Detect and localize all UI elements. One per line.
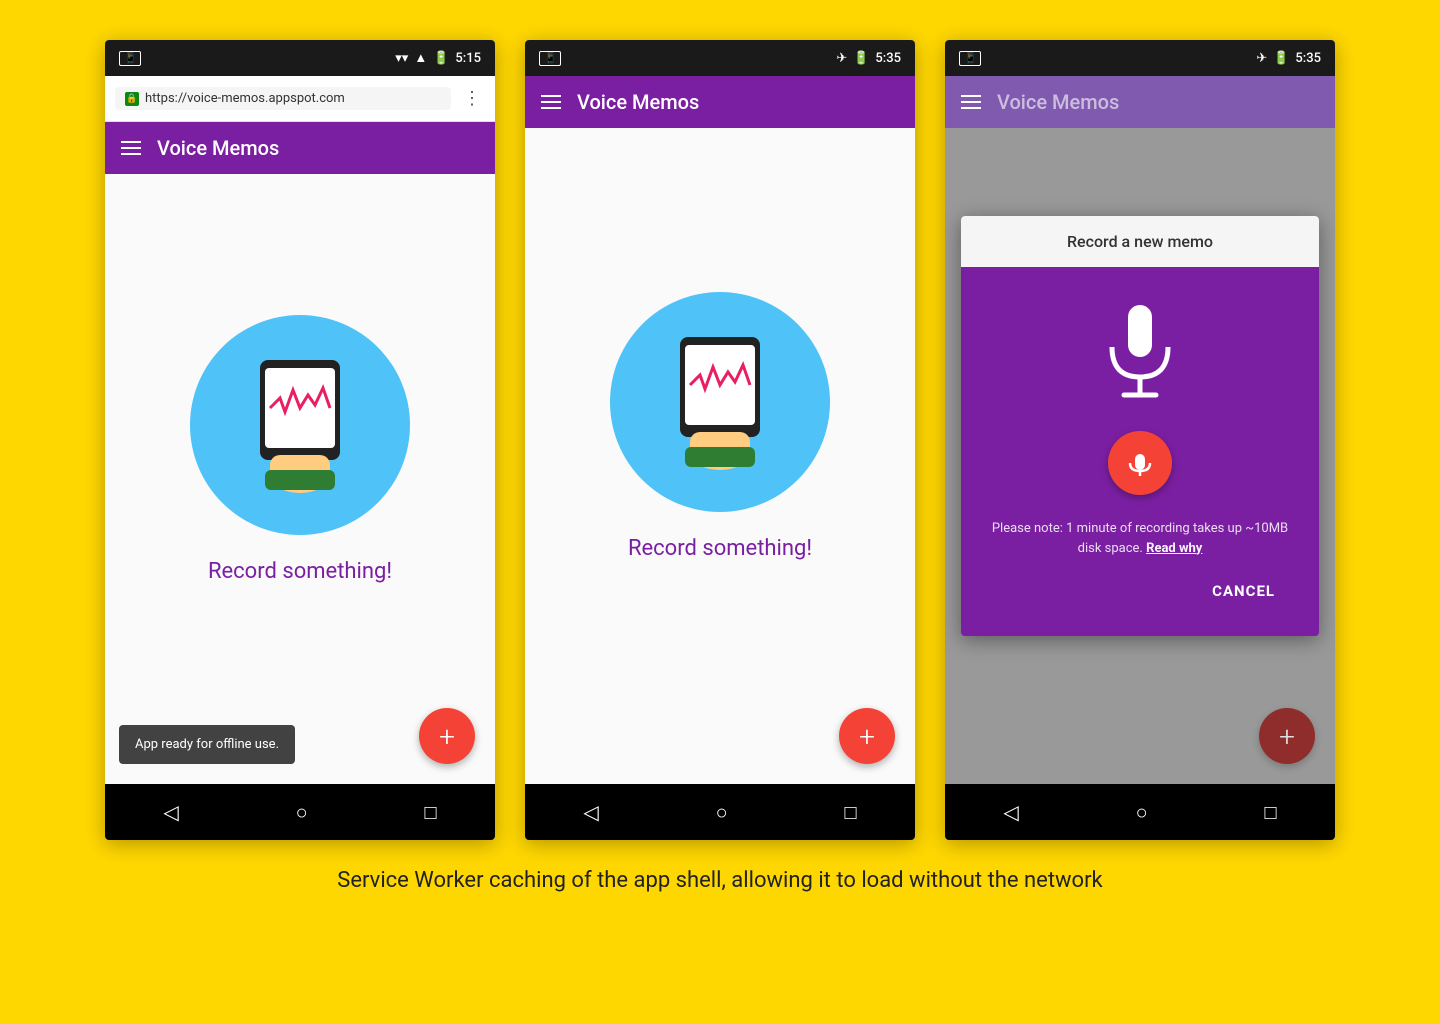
- signal-icon-1: ▲: [414, 50, 427, 66]
- caption: Service Worker caching of the app shell,…: [337, 868, 1102, 893]
- plane-icon-2: ✈: [836, 51, 847, 66]
- time-3: 5:35: [1295, 51, 1321, 66]
- phone-1: 📱 ▾▾ ▲ 🔋 5:15 🔒 https://voice-memos.apps…: [105, 40, 495, 840]
- dialog-note: Please note: 1 minute of recording takes…: [981, 519, 1299, 558]
- time-2: 5:35: [875, 51, 901, 66]
- snackbar-text-1: App ready for offline use.: [135, 737, 279, 752]
- battery-icon-1: 🔋: [433, 51, 449, 66]
- record-button[interactable]: [1108, 431, 1172, 495]
- record-dialog: Record a new memo: [961, 216, 1319, 636]
- browser-menu-1[interactable]: ⋮: [459, 84, 485, 113]
- nav-overview-3[interactable]: □: [1244, 792, 1296, 833]
- status-right-2: ✈ 🔋 5:35: [836, 51, 901, 66]
- status-left-3: 📱: [959, 51, 981, 66]
- sim-icon-3: 📱: [959, 51, 981, 66]
- cancel-button[interactable]: CANCEL: [1196, 574, 1291, 608]
- toolbar-title-1: Voice Memos: [157, 136, 279, 160]
- fab-2[interactable]: +: [839, 708, 895, 764]
- phone-2: 📱 ✈ 🔋 5:35 Voice Memos: [525, 40, 915, 840]
- nav-back-2[interactable]: ◁: [563, 792, 618, 832]
- app-content-2: Record something! +: [525, 128, 915, 784]
- dialog-title: Record a new memo: [961, 216, 1319, 267]
- nav-back-3[interactable]: ◁: [983, 792, 1038, 832]
- fab-3[interactable]: +: [1259, 708, 1315, 764]
- app-toolbar-3: Voice Memos: [945, 76, 1335, 128]
- app-toolbar-1: Voice Memos: [105, 122, 495, 174]
- nav-back-1[interactable]: ◁: [143, 792, 198, 832]
- hamburger-icon-3[interactable]: [961, 95, 981, 109]
- wifi-icon-1: ▾▾: [395, 51, 408, 66]
- status-bar-1: 📱 ▾▾ ▲ 🔋 5:15: [105, 40, 495, 76]
- status-right-1: ▾▾ ▲ 🔋 5:15: [395, 50, 481, 66]
- toolbar-title-3: Voice Memos: [997, 90, 1119, 114]
- sim-icon-2: 📱: [539, 51, 561, 66]
- toolbar-title-2: Voice Memos: [577, 90, 699, 114]
- fab-1[interactable]: +: [419, 708, 475, 764]
- hamburger-icon-2[interactable]: [541, 95, 561, 109]
- battery-icon-3: 🔋: [1273, 51, 1289, 66]
- status-bar-3: 📱 ✈ 🔋 5:35: [945, 40, 1335, 76]
- record-label-2: Record something!: [628, 536, 812, 561]
- battery-icon-2: 🔋: [853, 51, 869, 66]
- nav-home-3[interactable]: ○: [1116, 792, 1168, 833]
- app-content-3: Record a new memo: [945, 128, 1335, 784]
- mic-large-icon: [1100, 297, 1180, 407]
- browser-url-1[interactable]: 🔒 https://voice-memos.appspot.com: [115, 87, 451, 110]
- status-left-1: 📱: [119, 51, 141, 66]
- record-label-1: Record something!: [208, 559, 392, 584]
- browser-bar-1: 🔒 https://voice-memos.appspot.com ⋮: [105, 76, 495, 122]
- read-why-link[interactable]: Read why: [1146, 541, 1202, 556]
- dialog-body: Please note: 1 minute of recording takes…: [961, 267, 1319, 636]
- nav-overview-2[interactable]: □: [824, 792, 876, 833]
- nav-home-1[interactable]: ○: [276, 792, 328, 833]
- status-bar-2: 📱 ✈ 🔋 5:35: [525, 40, 915, 76]
- url-text-1: https://voice-memos.appspot.com: [145, 91, 345, 106]
- plane-icon-3: ✈: [1256, 51, 1267, 66]
- snackbar-1: App ready for offline use.: [119, 725, 295, 764]
- lock-icon-1: 🔒: [125, 92, 139, 106]
- bottom-nav-1: ◁ ○ □: [105, 784, 495, 840]
- app-content-1: Record something! App ready for offline …: [105, 174, 495, 784]
- nav-overview-1[interactable]: □: [404, 792, 456, 833]
- status-left-2: 📱: [539, 51, 561, 66]
- phone-3: 📱 ✈ 🔋 5:35 Voice Memos Record a new memo: [945, 40, 1335, 840]
- app-toolbar-2: Voice Memos: [525, 76, 915, 128]
- bottom-nav-2: ◁ ○ □: [525, 784, 915, 840]
- nav-home-2[interactable]: ○: [696, 792, 748, 833]
- time-1: 5:15: [455, 51, 481, 66]
- bottom-nav-3: ◁ ○ □: [945, 784, 1335, 840]
- phones-container: 📱 ▾▾ ▲ 🔋 5:15 🔒 https://voice-memos.apps…: [30, 40, 1410, 840]
- hamburger-icon-1[interactable]: [121, 141, 141, 155]
- illustration-circle-2: [610, 292, 830, 512]
- illustration-circle-1: [190, 315, 410, 535]
- sim-icon-1: 📱: [119, 51, 141, 66]
- status-right-3: ✈ 🔋 5:35: [1256, 51, 1321, 66]
